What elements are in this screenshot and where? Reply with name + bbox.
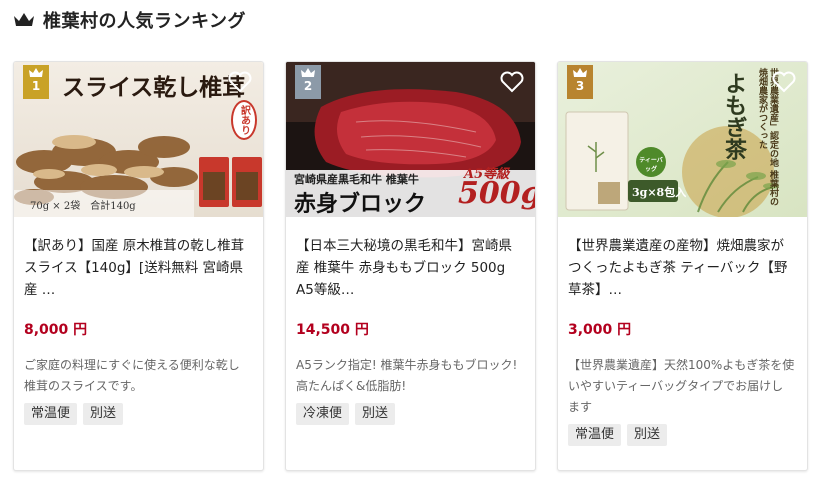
product-price: 8,000 円 bbox=[24, 322, 88, 338]
image-subline: 宮崎県産黒毛和牛 椎葉牛 bbox=[294, 173, 419, 186]
shipping-tag: 別送 bbox=[83, 403, 124, 425]
image-headline: 赤身ブロック bbox=[294, 191, 427, 217]
product-image[interactable]: よもぎ茶 世界農業遺産」認定の地 椎葉村の焼畑農家がつくった ティーバッグ 3g… bbox=[558, 62, 807, 217]
shipping-tag: 常温便 bbox=[24, 403, 78, 425]
product-image[interactable]: 宮崎県産黒毛和牛 椎葉牛 赤身ブロック A5等級 500g 2 bbox=[286, 62, 535, 217]
stamp-badge: 訳あり bbox=[231, 100, 257, 140]
image-headline: スライス乾し椎茸 bbox=[62, 74, 246, 101]
section-header: 椎葉村の人気ランキング bbox=[13, 7, 246, 33]
shipping-tag: 別送 bbox=[355, 403, 396, 425]
image-headline: よもぎ茶 bbox=[721, 72, 747, 160]
shipping-tag: 冷凍便 bbox=[296, 403, 350, 425]
favorite-heart-icon[interactable] bbox=[771, 70, 797, 94]
product-price: 3,000 円 bbox=[568, 322, 632, 338]
product-title[interactable]: 【日本三大秘境の黒毛和牛】宮崎県産 椎葉牛 赤身ももブロック 500g A5等級… bbox=[296, 235, 523, 301]
weight-label: 500g bbox=[458, 176, 535, 211]
product-price: 14,500 円 bbox=[296, 322, 369, 338]
shipping-tag: 別送 bbox=[627, 424, 668, 446]
tag-list: 冷凍便 別送 bbox=[296, 403, 523, 425]
shipping-tag: 常温便 bbox=[568, 424, 622, 446]
product-title[interactable]: 【世界農業遺産の産物】焼畑農家がつくったよもぎ茶 ティーバック【野草茶】… bbox=[568, 235, 795, 301]
teabag-badge: ティーバッグ bbox=[639, 157, 663, 173]
crown-icon bbox=[573, 68, 587, 77]
product-card-3[interactable]: よもぎ茶 世界農業遺産」認定の地 椎葉村の焼畑農家がつくった ティーバッグ 3g… bbox=[557, 61, 808, 471]
pack-label: 3g×8包入 bbox=[632, 186, 687, 199]
image-caption: 70g × 2袋 合計140g bbox=[30, 201, 136, 212]
crown-icon bbox=[14, 13, 34, 26]
product-card-2[interactable]: 宮崎県産黒毛和牛 椎葉牛 赤身ブロック A5等級 500g 2 【日本三大秘境の… bbox=[285, 61, 536, 471]
favorite-heart-icon[interactable] bbox=[227, 70, 253, 94]
crown-icon bbox=[301, 68, 315, 77]
crown-icon bbox=[29, 68, 43, 77]
section-title: 椎葉村の人気ランキング bbox=[43, 11, 246, 32]
rank-badge: 1 bbox=[23, 65, 49, 99]
favorite-heart-icon[interactable] bbox=[499, 70, 525, 94]
tag-list: 常温便 別送 bbox=[568, 424, 795, 446]
product-card-1[interactable]: スライス乾し椎茸 訳あり 70g × 2袋 合計140g 1 【訳あり】国産 原… bbox=[13, 61, 264, 471]
product-description: ご家庭の料理にすぐに使える便利な乾し椎茸のスライスです。 bbox=[24, 358, 240, 393]
product-description: 【世界農業遺産】天然100%よもぎ茶を使いやすいティーバッグタイプでお届けします bbox=[568, 358, 795, 414]
product-description: A5ランク指定! 椎葉牛赤身ももブロック! 高たんぱく&低脂肪! bbox=[296, 358, 518, 393]
rank-badge: 2 bbox=[295, 65, 321, 99]
product-image[interactable]: スライス乾し椎茸 訳あり 70g × 2袋 合計140g 1 bbox=[14, 62, 263, 217]
rank-badge: 3 bbox=[567, 65, 593, 99]
product-title[interactable]: 【訳あり】国産 原木椎茸の乾し椎茸スライス【140g】[送料無料 宮崎県産 … bbox=[24, 235, 251, 301]
tag-list: 常温便 別送 bbox=[24, 403, 251, 425]
